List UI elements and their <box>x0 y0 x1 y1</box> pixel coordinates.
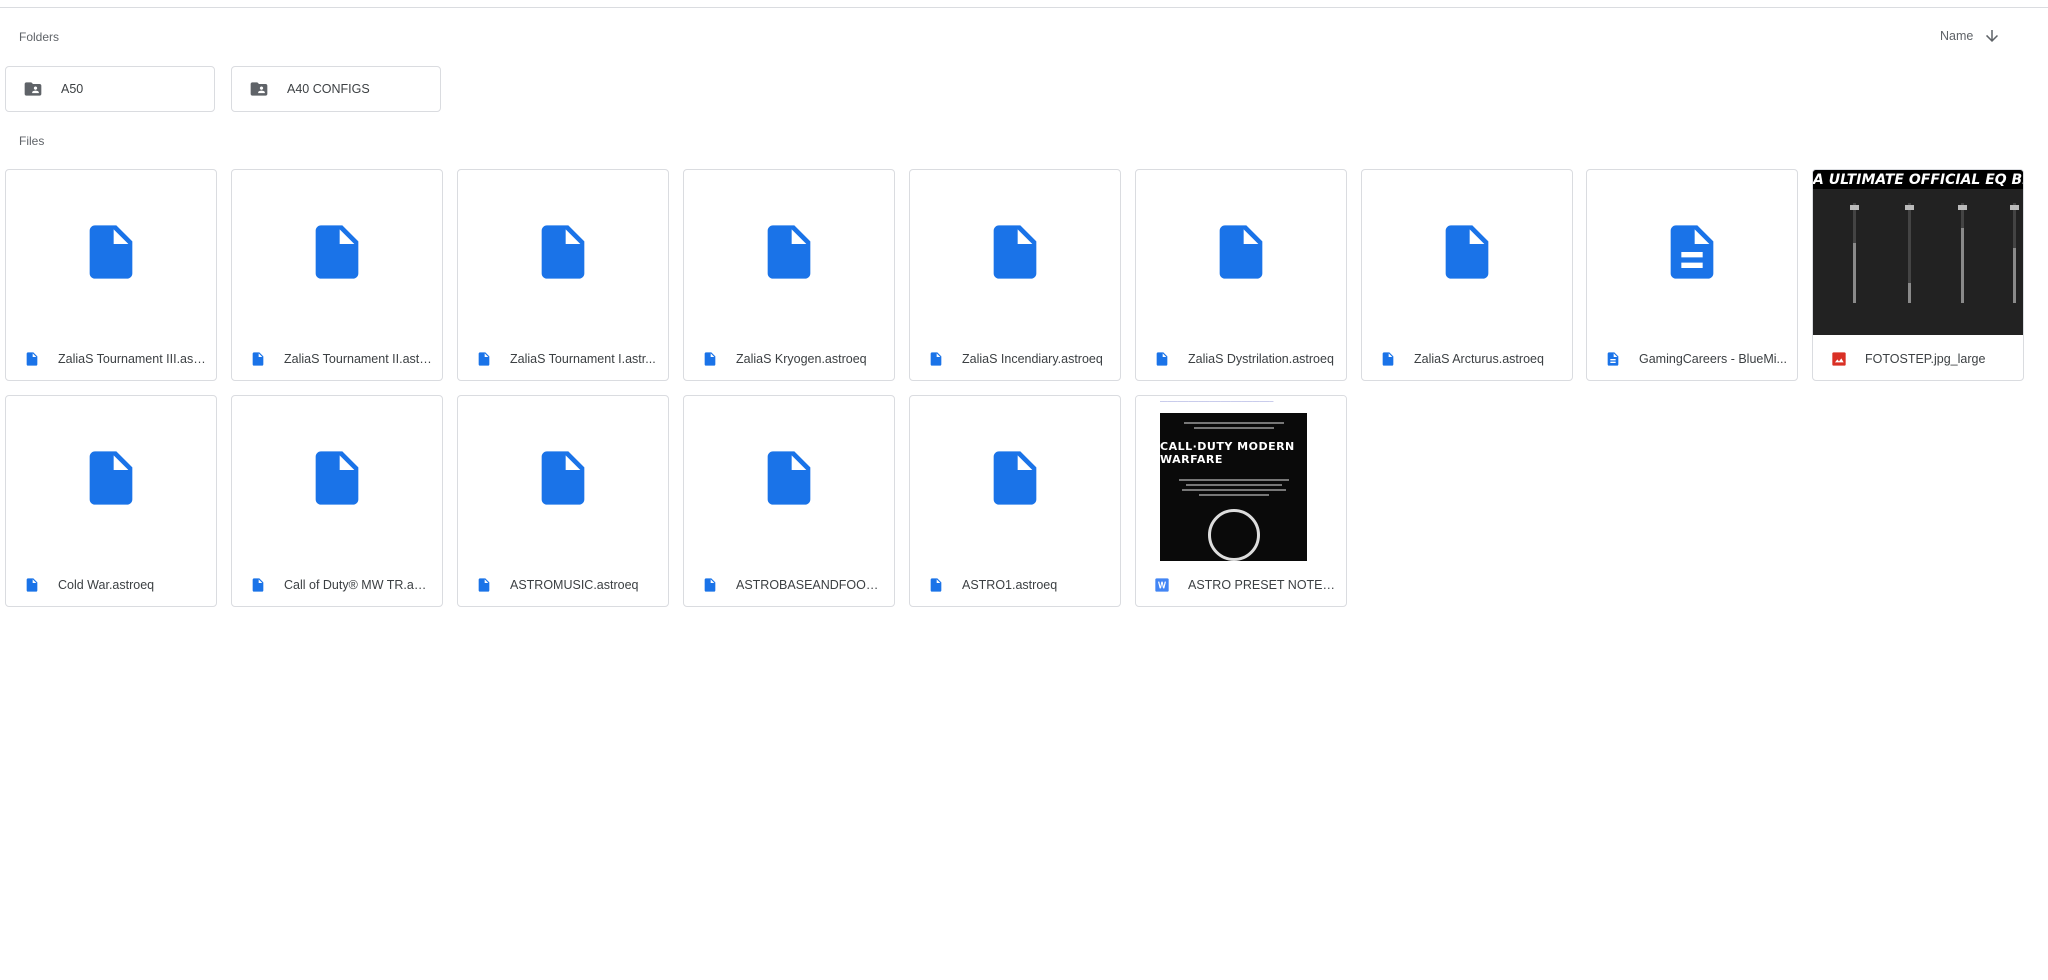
file-small-icon <box>928 577 944 593</box>
file-small-icon <box>250 577 266 593</box>
file-icon <box>993 225 1037 279</box>
file-icon <box>993 451 1037 505</box>
file-card[interactable]: ASTRO1.astroeq <box>909 395 1121 607</box>
file-small-icon <box>702 577 718 593</box>
file-name: ZaliaS Incendiary.astroeq <box>962 352 1103 366</box>
file-small-icon <box>24 351 40 367</box>
emblem-graphic <box>1207 509 1260 561</box>
file-card[interactable]: Cold War.astroeq <box>5 395 217 607</box>
file-card[interactable]: A ULTIMATE OFFICIAL EQ BREAKER/FPS/FOOTS… <box>1812 169 2024 381</box>
file-thumbnail <box>684 170 894 334</box>
sort-by-name-button[interactable]: Name <box>1940 24 2001 48</box>
thumbnail-link-line: ──────────────────────────────── <box>1160 399 1274 405</box>
equalizer-panel <box>1813 189 2023 335</box>
shared-folder-icon <box>23 79 43 99</box>
file-name: ASTRO1.astroeq <box>962 578 1058 592</box>
file-thumbnail <box>910 170 1120 334</box>
folder-card[interactable]: A50 <box>5 66 215 112</box>
file-card[interactable]: ZaliaS Incendiary.astroeq <box>909 169 1121 381</box>
top-divider <box>0 7 2048 8</box>
file-name: GamingCareers - BlueMi... <box>1639 352 1787 366</box>
word-icon <box>1154 577 1170 593</box>
file-thumbnail <box>6 396 216 560</box>
file-name: ZaliaS Tournament I.astr... <box>510 352 656 366</box>
google-doc-small-icon <box>1605 351 1621 367</box>
poster-image: CALL·DUTY MODERN WARFARE <box>1160 413 1307 561</box>
file-name: ZaliaS Tournament II.astr... <box>284 352 432 366</box>
sort-label: Name <box>1940 29 1974 43</box>
file-icon <box>315 451 359 505</box>
google-doc-icon <box>1670 225 1714 279</box>
file-card[interactable]: ZaliaS Arcturus.astroeq <box>1361 169 1573 381</box>
file-name: ZaliaS Dystrilation.astroeq <box>1188 352 1334 366</box>
files-section-label: Files <box>19 134 45 148</box>
file-icon <box>89 225 133 279</box>
file-name: FOTOSTEP.jpg_large <box>1865 352 1986 366</box>
arrow-down-icon <box>1986 30 1999 42</box>
shared-folder-icon <box>249 79 269 99</box>
file-name: ZaliaS Arcturus.astroeq <box>1414 352 1544 366</box>
folder-name: A40 CONFIGS <box>287 82 370 96</box>
thumbnail-banner-text: A ULTIMATE OFFICIAL EQ BREAKER/FPS/FOOTS… <box>1813 170 2023 189</box>
file-thumbnail <box>6 170 216 334</box>
file-small-icon <box>476 577 492 593</box>
image-icon <box>1831 351 1847 367</box>
file-icon <box>89 451 133 505</box>
folder-card[interactable]: A40 CONFIGS <box>231 66 441 112</box>
file-card[interactable]: ZaliaS Tournament I.astr... <box>457 169 669 381</box>
file-name: Cold War.astroeq <box>58 578 155 592</box>
file-thumbnail <box>910 396 1120 560</box>
file-thumbnail <box>232 396 442 560</box>
file-name: ASTRO PRESET NOTES.d... <box>1188 578 1336 592</box>
file-thumbnail <box>1362 170 1572 334</box>
file-name: ASTROMUSIC.astroeq <box>510 578 639 592</box>
file-card[interactable]: ZaliaS Dystrilation.astroeq <box>1135 169 1347 381</box>
file-thumbnail <box>458 396 668 560</box>
file-thumbnail <box>458 170 668 334</box>
file-small-icon <box>1380 351 1396 367</box>
file-icon <box>541 225 585 279</box>
file-name: ASTROBASEANDFOOTS... <box>736 578 884 592</box>
file-card[interactable]: ZaliaS Kryogen.astroeq <box>683 169 895 381</box>
file-icon <box>767 225 811 279</box>
file-icon <box>541 451 585 505</box>
folder-name: A50 <box>61 82 84 96</box>
file-card[interactable]: ──────────────────────────────── CALL·DU… <box>1135 395 1347 607</box>
poster-title: CALL·DUTY MODERN WARFARE <box>1160 440 1295 466</box>
file-name: ZaliaS Tournament III.ast... <box>58 352 206 366</box>
file-icon <box>1219 225 1263 279</box>
file-small-icon <box>1154 351 1170 367</box>
file-card[interactable]: ZaliaS Tournament III.ast... <box>5 169 217 381</box>
file-card[interactable]: ZaliaS Tournament II.astr... <box>231 169 443 381</box>
file-thumbnail <box>684 396 894 560</box>
file-thumbnail <box>1587 170 1797 334</box>
document-thumbnail: ──────────────────────────────── CALL·DU… <box>1136 396 1346 561</box>
file-card[interactable]: ASTROMUSIC.astroeq <box>457 395 669 607</box>
file-icon <box>767 451 811 505</box>
file-small-icon <box>928 351 944 367</box>
file-name: Call of Duty® MW TR.ast... <box>284 578 432 592</box>
file-card[interactable]: Call of Duty® MW TR.ast... <box>231 395 443 607</box>
folders-section-label: Folders <box>19 30 60 44</box>
file-name: ZaliaS Kryogen.astroeq <box>736 352 867 366</box>
file-small-icon <box>24 577 40 593</box>
file-small-icon <box>702 351 718 367</box>
file-small-icon <box>476 351 492 367</box>
file-card[interactable]: GamingCareers - BlueMi... <box>1586 169 1798 381</box>
image-thumbnail: A ULTIMATE OFFICIAL EQ BREAKER/FPS/FOOTS… <box>1813 170 2023 335</box>
file-icon <box>315 225 359 279</box>
file-card[interactable]: ASTROBASEANDFOOTS... <box>683 395 895 607</box>
file-icon <box>1445 225 1489 279</box>
file-small-icon <box>250 351 266 367</box>
file-thumbnail <box>1136 170 1346 334</box>
file-thumbnail <box>232 170 442 334</box>
